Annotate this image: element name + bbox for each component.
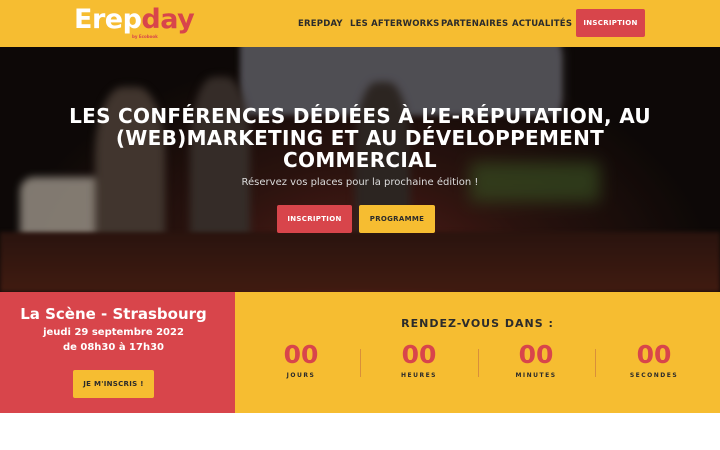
countdown-divider (360, 349, 361, 377)
hero-inscription-button[interactable]: INSCRIPTION (277, 205, 352, 233)
countdown-divider (595, 349, 596, 377)
countdown-seconds-value: 00 (636, 340, 672, 369)
countdown-hours-label: HEURES (400, 372, 438, 379)
countdown-seconds-label: SECONDES (629, 372, 679, 379)
countdown-minutes-value: 00 (518, 340, 554, 369)
event-info-panel: La Scène - Strasbourg jeudi 29 septembre… (0, 292, 235, 413)
logo-part-erep: Erep (74, 4, 142, 35)
logo-wordmark: Erepday (74, 4, 195, 35)
countdown-title-text: Rendez-vous dans : (401, 317, 554, 330)
event-register-button[interactable]: JE M'INSCRIS ! (73, 370, 154, 398)
countdown-hours-value: 00 (401, 340, 437, 369)
countdown-minutes: 00 MINUTES (486, 340, 586, 379)
countdown-divider (478, 349, 479, 377)
event-time: de 08h30 à 17h30 (62, 342, 165, 353)
event-date: jeudi 29 septembre 2022 (43, 327, 184, 338)
countdown-seconds: 00 SECONDES (604, 340, 704, 379)
event-venue: La Scène - Strasbourg (20, 305, 207, 323)
hero-title: LES CONFÉRENCES DÉDIÉES À L’E-RÉPUTATION… (69, 104, 651, 172)
countdown-days-value: 00 (283, 340, 319, 369)
hero-banner: LES CONFÉRENCES DÉDIÉES À L’E-RÉPUTATION… (0, 47, 720, 292)
hero-subtitle: Réservez vos places pour la prochaine éd… (241, 177, 479, 188)
top-navbar: Erepday by Ecobook EREPDAY LES AFTERWORK… (0, 0, 720, 47)
nav-link-afterworks[interactable]: LES AFTERWORKS (350, 19, 440, 29)
countdown-days-label: JOURS (286, 372, 316, 379)
countdown-panel: Rendez-vous dans : 00 JOURS 00 HEURES 00… (235, 292, 720, 413)
countdown-hours: 00 HEURES (369, 340, 469, 379)
nav-link-actualites[interactable]: ACTUALITÉS (512, 19, 572, 29)
logo-part-day: day (141, 4, 195, 35)
nav-inscription-button[interactable]: INSCRIPTION (576, 9, 645, 37)
nav-link-erepday[interactable]: EREPDAY (298, 19, 343, 29)
erepday-logo[interactable]: Erepday by Ecobook (74, 4, 195, 41)
countdown-title: Rendez-vous dans : (235, 317, 720, 330)
countdown-days: 00 JOURS (251, 340, 351, 379)
hero-programme-button[interactable]: PROGRAMME (359, 205, 435, 233)
countdown-minutes-label: MINUTES (515, 372, 557, 379)
logo-byline: by Ecobook (132, 34, 158, 39)
nav-link-partenaires[interactable]: PARTENAIRES (441, 19, 508, 29)
